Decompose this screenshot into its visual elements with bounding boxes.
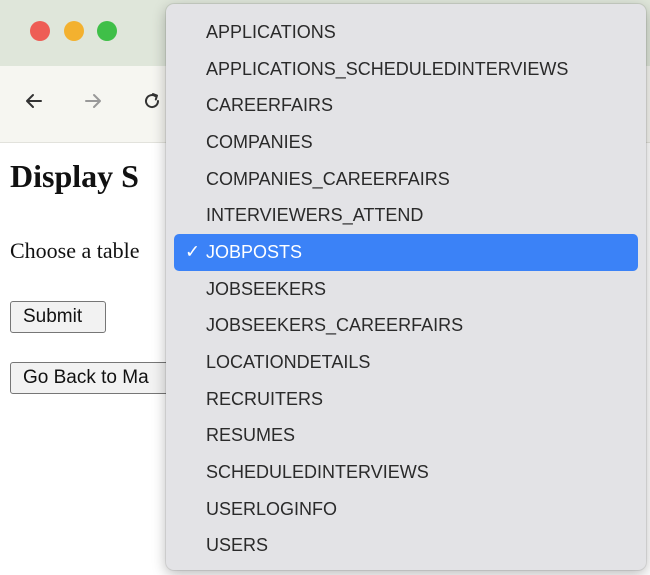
- dropdown-option[interactable]: COMPANIES: [174, 124, 638, 161]
- dropdown-option-label: SCHEDULEDINTERVIEWS: [206, 462, 429, 483]
- dropdown-option[interactable]: SCHEDULEDINTERVIEWS: [174, 454, 638, 491]
- dropdown-option-label: APPLICATIONS_SCHEDULEDINTERVIEWS: [206, 58, 569, 79]
- forward-button[interactable]: [78, 86, 108, 116]
- dropdown-option[interactable]: INTERVIEWERS_ATTEND: [174, 197, 638, 234]
- dropdown-option-label: INTERVIEWERS_ATTEND: [206, 205, 424, 226]
- dropdown-option[interactable]: RECRUITERS: [174, 381, 638, 418]
- arrow-right-icon: [85, 94, 101, 108]
- dropdown-option-label: JOBSEEKERS: [206, 278, 327, 299]
- dropdown-option[interactable]: JOBSEEKERS: [174, 271, 638, 308]
- dropdown-option[interactable]: JOBSEEKERS_CAREERFAIRS: [174, 308, 638, 345]
- dropdown-option[interactable]: USERS: [174, 528, 638, 565]
- close-window-button[interactable]: [30, 21, 50, 41]
- page-title: Display S: [10, 158, 139, 194]
- dropdown-option[interactable]: LOCATIONDETAILS: [174, 344, 638, 381]
- dropdown-option-label: JOBPOSTS: [206, 241, 303, 262]
- minimize-window-button[interactable]: [64, 21, 84, 41]
- checkmark-icon: ✓: [185, 241, 201, 262]
- dropdown-option[interactable]: ✓ JOBPOSTS: [174, 234, 638, 271]
- dropdown-option[interactable]: APPLICATIONS_SCHEDULEDINTERVIEWS: [174, 51, 638, 88]
- dropdown-option[interactable]: APPLICATIONS: [174, 14, 638, 51]
- back-button[interactable]: [19, 86, 49, 116]
- dropdown-option[interactable]: USERLOGINFO: [174, 491, 638, 528]
- dropdown-option-label: APPLICATIONS: [206, 21, 336, 42]
- go-back-button[interactable]: Go Back to Ma: [10, 362, 185, 394]
- choose-table-label: Choose a table: [10, 238, 140, 263]
- table-select-dropdown[interactable]: APPLICATIONS APPLICATIONS_SCHEDULEDINTERV…: [166, 4, 646, 570]
- dropdown-option-label: LOCATIONDETAILS: [206, 352, 371, 373]
- reload-icon: [145, 93, 160, 109]
- dropdown-option-label: COMPANIES: [206, 131, 313, 152]
- dropdown-option[interactable]: COMPANIES_CAREERFAIRS: [174, 161, 638, 198]
- dropdown-option-label: RECRUITERS: [206, 388, 324, 409]
- submit-button[interactable]: Submit: [10, 301, 106, 333]
- dropdown-option-label: USERLOGINFO: [206, 498, 338, 519]
- dropdown-option-label: JOBSEEKERS_CAREERFAIRS: [206, 315, 464, 336]
- dropdown-option-label: USERS: [206, 535, 269, 556]
- dropdown-option-label: CAREERFAIRS: [206, 95, 334, 116]
- dropdown-option[interactable]: RESUMES: [174, 418, 638, 455]
- reload-button[interactable]: [137, 86, 167, 116]
- arrow-left-icon: [26, 94, 42, 108]
- dropdown-option[interactable]: CAREERFAIRS: [174, 87, 638, 124]
- dropdown-option-label: RESUMES: [206, 425, 296, 446]
- maximize-window-button[interactable]: [97, 21, 117, 41]
- dropdown-option-label: COMPANIES_CAREERFAIRS: [206, 168, 450, 189]
